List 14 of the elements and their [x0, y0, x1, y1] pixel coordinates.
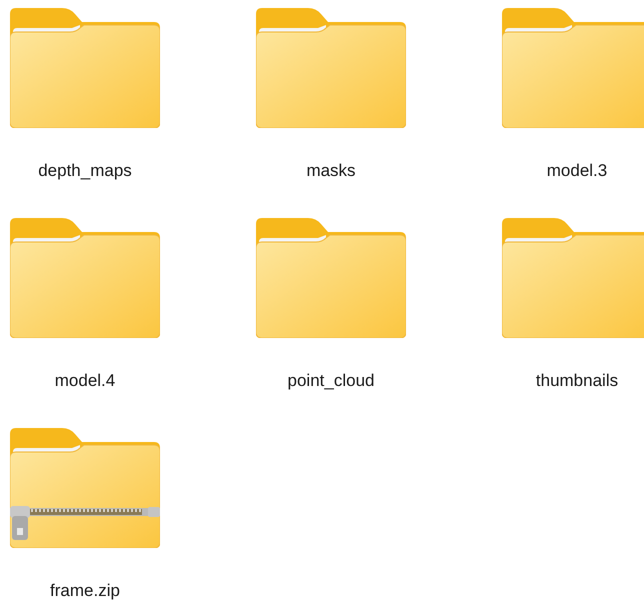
file-name[interactable]: point_cloud — [288, 371, 374, 391]
folder-icon[interactable] — [256, 8, 406, 128]
file-name[interactable]: depth_maps — [38, 161, 132, 181]
folder-icon[interactable] — [502, 8, 644, 128]
file-name[interactable]: thumbnails — [536, 371, 618, 391]
folder-icon[interactable] — [502, 218, 644, 338]
file-name[interactable]: model.4 — [54, 371, 116, 391]
file-name[interactable]: frame.zip — [50, 581, 120, 601]
folder-icon[interactable] — [10, 218, 160, 338]
zip-folder-icon[interactable] — [10, 428, 160, 548]
folder-icon[interactable] — [256, 218, 406, 338]
folder-icon[interactable] — [10, 8, 160, 128]
file-name[interactable]: model.3 — [546, 161, 608, 181]
file-name[interactable]: masks — [306, 161, 356, 181]
